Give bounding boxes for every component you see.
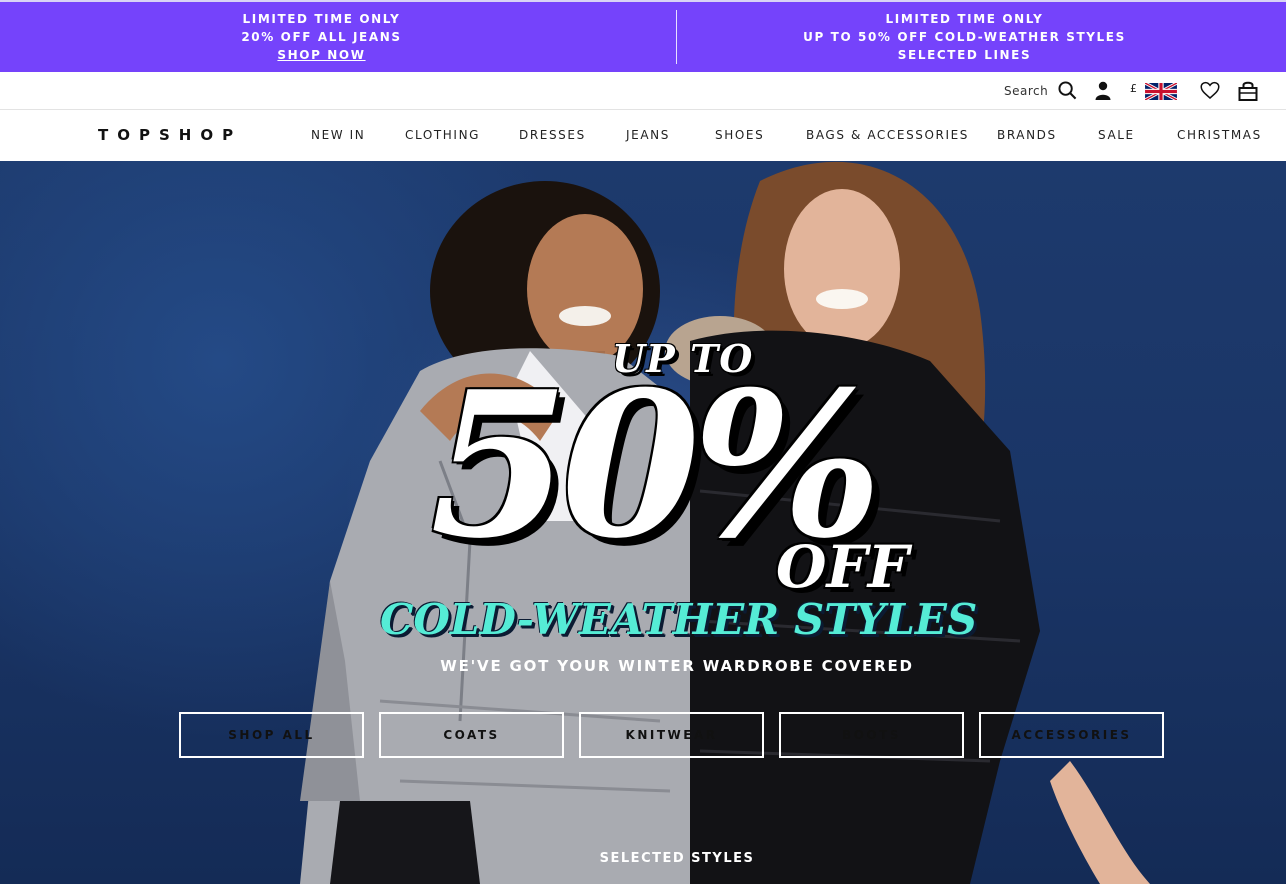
nav-clothing[interactable]: CLOTHING [405,128,480,142]
promo-cold-line1: LIMITED TIME ONLY [885,12,1044,26]
accessories-button[interactable]: ACCESSORIES [979,712,1164,758]
nav-jeans[interactable]: JEANS [626,128,670,142]
account-icon[interactable] [1094,81,1112,100]
nav-bags-accessories[interactable]: BAGS & ACCESSORIES [806,128,969,142]
nav-christmas[interactable]: CHRISTMAS [1177,128,1262,142]
hero-off: OFF [776,533,909,601]
hero-subheadline: WE'VE GOT YOUR WINTER WARDROBE COVERED [440,657,914,675]
currency-symbol[interactable]: £ [1130,82,1137,95]
promo-divider [676,10,677,64]
shop-now-link[interactable]: SHOP NOW [277,48,365,62]
hero-banner[interactable]: UP TO 50% OFF COLD-WEATHER STYLES WE'VE … [0,161,1286,884]
promo-jeans-line1: LIMITED TIME ONLY [242,12,401,26]
hero-footnote: SELECTED STYLES [599,851,755,866]
bag-icon[interactable] [1238,80,1258,101]
promo-bar: LIMITED TIME ONLY 20% OFF ALL JEANS SHOP… [0,0,1286,72]
search-label: Search [1004,83,1049,98]
knitwear-button[interactable]: KNITWEAR [579,712,764,758]
heart-icon[interactable] [1200,81,1220,100]
promo-cold-line2: UP TO 50% OFF COLD-WEATHER STYLES [803,30,1126,44]
main-nav: TOPSHOP NEW IN CLOTHING DRESSES JEANS SH… [0,111,1286,161]
topshop-logo[interactable]: TOPSHOP [98,126,242,144]
nav-sale[interactable]: SALE [1098,128,1135,142]
promo-jeans-line2: 20% OFF ALL JEANS [241,30,402,44]
hero-headline: COLD-WEATHER STYLES [380,595,978,644]
uk-flag-icon[interactable] [1145,83,1177,100]
nav-dresses[interactable]: DRESSES [519,128,586,142]
promo-cold-weather[interactable]: LIMITED TIME ONLY UP TO 50% OFF COLD-WEA… [643,10,1286,64]
hero-text-overlay: UP TO 50% OFF COLD-WEATHER STYLES WE'VE … [0,161,1286,884]
nav-shoes[interactable]: SHOES [715,128,764,142]
coats-button[interactable]: COATS [379,712,564,758]
nav-brands[interactable]: BRANDS [997,128,1057,142]
boots-button[interactable]: BOOTS [779,712,964,758]
nav-new-in[interactable]: NEW IN [311,128,365,142]
promo-cold-line3: SELECTED LINES [897,48,1032,62]
search-icon [1058,81,1077,100]
promo-jeans: LIMITED TIME ONLY 20% OFF ALL JEANS SHOP… [0,10,643,64]
utility-bar: Search £ [0,72,1286,110]
shop-all-button[interactable]: SHOP ALL [179,712,364,758]
search-button[interactable]: Search [1004,81,1077,100]
